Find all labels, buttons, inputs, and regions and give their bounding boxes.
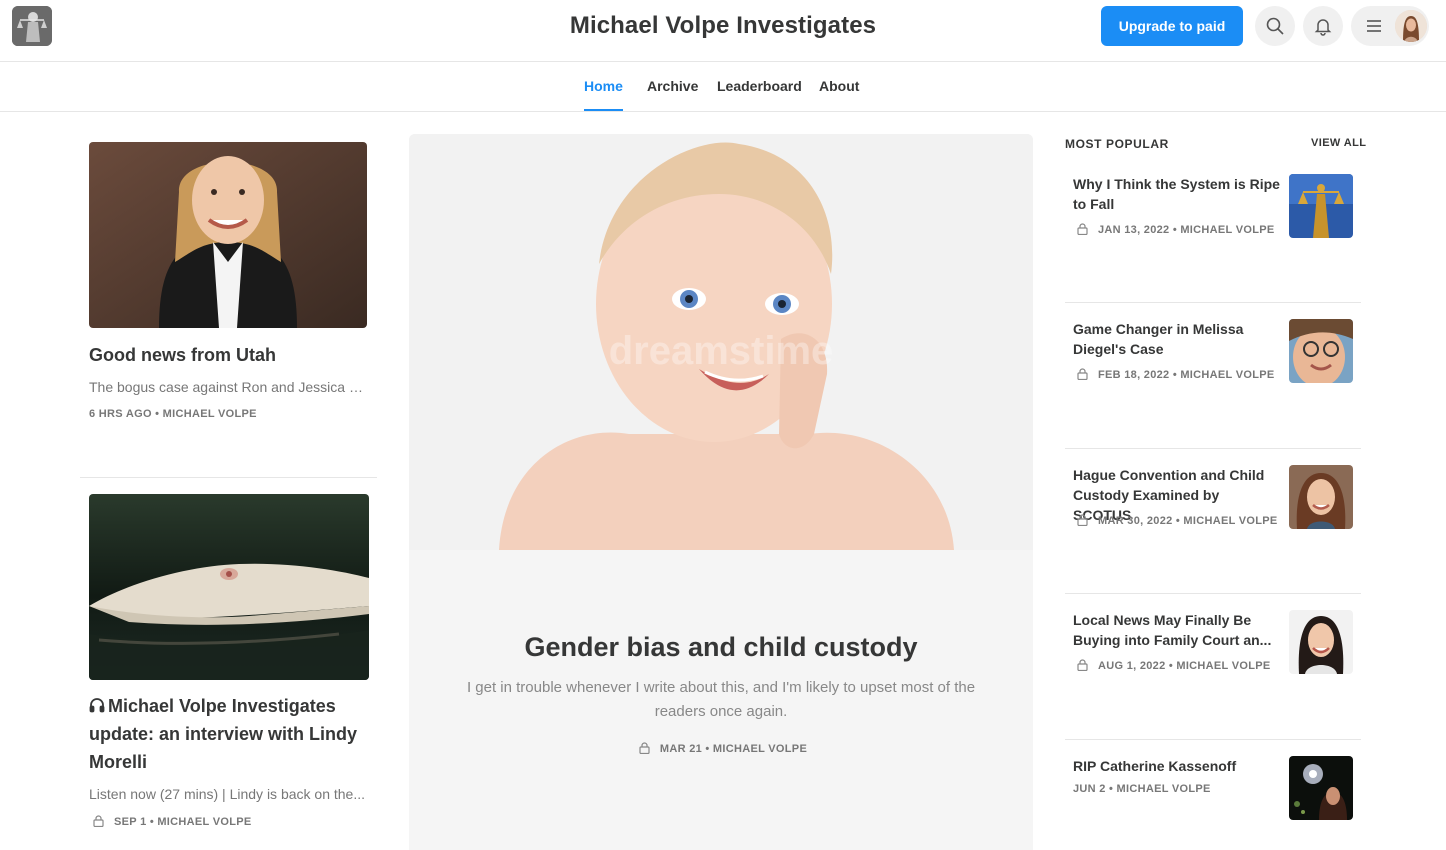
popular-post-title[interactable]: Game Changer in Melissa Diegel's Case	[1073, 319, 1281, 359]
upgrade-to-paid-button[interactable]: Upgrade to paid	[1101, 6, 1243, 46]
popular-post-title[interactable]: Why I Think the System is Ripe to Fall	[1073, 174, 1281, 214]
popular-post-meta: FEB 18, 2022 • MICHAEL VOLPE	[1077, 368, 1275, 381]
search-icon	[1266, 17, 1284, 35]
svg-text:dreamstime: dreamstime	[609, 329, 834, 373]
headphones-icon	[89, 698, 105, 713]
user-avatar	[1395, 10, 1427, 42]
featured-post-card[interactable]: dreamstime	[409, 134, 1033, 850]
post-meta: SEP 1 • MICHAEL VOLPE	[93, 815, 252, 828]
lock-icon	[93, 815, 104, 827]
post-thumbnail-judge[interactable]	[89, 142, 367, 328]
post-title[interactable]: Good news from Utah	[89, 341, 369, 369]
lock-icon	[1077, 659, 1088, 671]
popular-divider	[1065, 448, 1361, 449]
popular-post-meta: JAN 13, 2022 • MICHAEL VOLPE	[1077, 223, 1275, 236]
post-meta: 6 HRS AGO • MICHAEL VOLPE	[89, 408, 257, 420]
lock-icon	[1077, 223, 1088, 235]
tab-about[interactable]: About	[819, 78, 859, 94]
notifications-button[interactable]	[1303, 6, 1343, 46]
popular-post-meta: MAR 30, 2022 • MICHAEL VOLPE	[1077, 514, 1278, 527]
popular-post-title[interactable]: Local News May Finally Be Buying into Fa…	[1073, 610, 1281, 650]
popular-post-meta: JUN 2 • MICHAEL VOLPE	[1073, 783, 1211, 795]
view-all-link[interactable]: VIEW ALL	[1311, 137, 1366, 149]
post-subtitle: Listen now (27 mins) | Lindy is back on …	[89, 786, 365, 802]
featured-post-subtitle: I get in trouble whenever I write about …	[466, 679, 976, 720]
tab-home[interactable]: Home	[584, 78, 623, 94]
post-title-text[interactable]: Michael Volpe Investigates update: an in…	[89, 696, 357, 772]
top-bar: Michael Volpe Investigates Upgrade to pa…	[0, 0, 1446, 62]
lock-icon	[1077, 514, 1088, 526]
post-subtitle: The bogus case against Ron and Jessica W…	[89, 379, 369, 395]
tab-leaderboard[interactable]: Leaderboard	[717, 78, 802, 94]
featured-post-title[interactable]: Gender bias and child custody	[524, 632, 917, 662]
bell-icon	[1314, 19, 1332, 36]
popular-divider	[1065, 302, 1361, 303]
post-thumbnail-alligator[interactable]	[89, 494, 369, 680]
post-title[interactable]: Michael Volpe Investigates update: an in…	[89, 692, 374, 776]
popular-post-thumbnail[interactable]	[1289, 756, 1353, 820]
popular-post-thumbnail[interactable]	[1289, 319, 1353, 383]
section-nav: Home Archive Leaderboard About	[0, 62, 1446, 112]
active-tab-indicator	[584, 109, 623, 111]
lock-icon	[1077, 368, 1088, 380]
tab-archive[interactable]: Archive	[647, 78, 698, 94]
popular-post-meta: AUG 1, 2022 • MICHAEL VOLPE	[1077, 659, 1271, 672]
publication-logo-icon[interactable]	[12, 6, 52, 46]
account-menu-button[interactable]	[1351, 6, 1429, 46]
post-divider	[80, 477, 377, 478]
hamburger-menu-icon	[1367, 20, 1381, 32]
popular-post-thumbnail[interactable]	[1289, 610, 1353, 674]
popular-post-thumbnail[interactable]	[1289, 174, 1353, 238]
site-title[interactable]: Michael Volpe Investigates	[570, 12, 876, 39]
most-popular-heading: MOST POPULAR	[1065, 137, 1169, 151]
search-button[interactable]	[1255, 6, 1295, 46]
popular-post-thumbnail[interactable]	[1289, 465, 1353, 529]
popular-divider	[1065, 739, 1361, 740]
popular-post-title[interactable]: RIP Catherine Kassenoff	[1073, 756, 1281, 776]
featured-post-image: dreamstime	[409, 134, 1033, 550]
popular-divider	[1065, 593, 1361, 594]
